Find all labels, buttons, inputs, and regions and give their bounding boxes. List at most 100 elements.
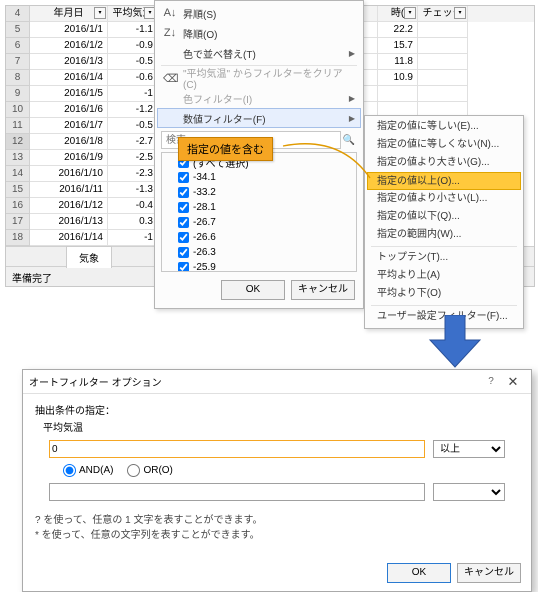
value-item[interactable]: -28.1 [164, 200, 354, 215]
checkbox[interactable] [178, 232, 189, 243]
row-number[interactable]: 18 [6, 230, 30, 246]
row-number[interactable]: 8 [6, 70, 30, 86]
cell[interactable] [418, 70, 468, 86]
cell[interactable]: 2016/1/9 [30, 150, 108, 166]
cancel-button[interactable]: キャンセル [457, 563, 521, 583]
operator-2-select[interactable] [433, 483, 505, 501]
checkbox[interactable] [178, 202, 189, 213]
cell[interactable] [418, 54, 468, 70]
filter-lte[interactable]: 指定の値以下(Q)... [367, 208, 521, 226]
cell[interactable]: 2016/1/14 [30, 230, 108, 246]
row-number[interactable]: 12 [6, 134, 30, 150]
row-number[interactable]: 7 [6, 54, 30, 70]
row-number[interactable]: 15 [6, 182, 30, 198]
row-number[interactable]: 13 [6, 150, 30, 166]
help-button[interactable]: ? [481, 376, 501, 387]
col-header[interactable]: 時(▾ [378, 6, 418, 22]
cell[interactable]: -0.9 [108, 38, 158, 54]
cell[interactable]: 2016/1/10 [30, 166, 108, 182]
cell[interactable]: -1.2 [108, 102, 158, 118]
sort-color[interactable]: 色で並べ替え(T)▶ [157, 43, 361, 63]
cell[interactable]: -1.1 [108, 22, 158, 38]
cell[interactable]: 2016/1/1 [30, 22, 108, 38]
col-header[interactable]: チェック▾ [418, 6, 468, 22]
row-number[interactable]: 9 [6, 86, 30, 102]
cell[interactable]: -1 [108, 86, 158, 102]
filter-below-avg[interactable]: 平均より下(O) [367, 285, 521, 303]
sort-desc[interactable]: Z↓降順(O) [157, 23, 361, 43]
cell[interactable]: 2016/1/13 [30, 214, 108, 230]
cell[interactable]: 2016/1/7 [30, 118, 108, 134]
cell[interactable]: -0.5 [108, 54, 158, 70]
filter-btn[interactable]: ▾ [454, 7, 466, 19]
checkbox[interactable] [178, 247, 189, 258]
col-header[interactable]: 年月日▾ [30, 6, 108, 22]
filter-above-avg[interactable]: 平均より上(A) [367, 267, 521, 285]
cell[interactable]: -0.4 [108, 198, 158, 214]
filter-gte[interactable]: 指定の値以上(O)... [367, 172, 521, 190]
value-item[interactable]: -33.2 [164, 185, 354, 200]
value-item[interactable]: -25.9 [164, 260, 354, 272]
cell[interactable]: 10.9 [378, 70, 418, 86]
row-number[interactable]: 17 [6, 214, 30, 230]
value-2-input[interactable] [49, 483, 425, 501]
row-number[interactable]: 6 [6, 38, 30, 54]
filter-not-equals[interactable]: 指定の値に等しくない(N)... [367, 136, 521, 154]
filter-btn[interactable]: ▾ [94, 7, 106, 19]
ok-button[interactable]: OK [387, 563, 451, 583]
filter-topten[interactable]: トップテン(T)... [367, 249, 521, 267]
cell[interactable] [418, 38, 468, 54]
row-number[interactable]: 5 [6, 22, 30, 38]
cell[interactable] [418, 86, 468, 102]
value-item[interactable]: -26.3 [164, 245, 354, 260]
cell[interactable]: 2016/1/11 [30, 182, 108, 198]
cell[interactable]: 2016/1/6 [30, 102, 108, 118]
cell[interactable]: -0.5 [108, 118, 158, 134]
number-filter[interactable]: 数値フィルター(F)▶ [157, 108, 361, 128]
col-header[interactable]: 平均気温▾ [108, 6, 158, 22]
cell[interactable]: 2016/1/5 [30, 86, 108, 102]
checkbox[interactable] [178, 172, 189, 183]
row-number[interactable]: 11 [6, 118, 30, 134]
cell[interactable]: 2016/1/4 [30, 70, 108, 86]
cell[interactable]: 0.3 [108, 214, 158, 230]
operator-1-select[interactable]: 以上 [433, 440, 505, 458]
value-list[interactable]: (すべて選択)-34.1-33.2-28.1-26.7-26.6-26.3-25… [161, 152, 357, 272]
row-number[interactable]: 16 [6, 198, 30, 214]
cell[interactable]: -1.3 [108, 182, 158, 198]
cancel-button[interactable]: キャンセル [291, 280, 355, 300]
filter-lt[interactable]: 指定の値より小さい(L)... [367, 190, 521, 208]
cell[interactable] [418, 22, 468, 38]
cell[interactable]: 2016/1/2 [30, 38, 108, 54]
value-item[interactable]: -34.1 [164, 170, 354, 185]
filter-btn[interactable]: ▾ [404, 7, 416, 19]
cell[interactable]: 22.2 [378, 22, 418, 38]
cell[interactable]: -2.5 [108, 150, 158, 166]
value-item[interactable]: -26.7 [164, 215, 354, 230]
cell[interactable]: 15.7 [378, 38, 418, 54]
close-button[interactable]: ✕ [501, 374, 525, 390]
row-number[interactable]: 10 [6, 102, 30, 118]
cell[interactable] [378, 86, 418, 102]
cell[interactable]: 2016/1/8 [30, 134, 108, 150]
filter-between[interactable]: 指定の範囲内(W)... [367, 226, 521, 244]
filter-gt[interactable]: 指定の値より大きい(G)... [367, 154, 521, 172]
filter-equals[interactable]: 指定の値に等しい(E)... [367, 118, 521, 136]
value-item[interactable]: -26.6 [164, 230, 354, 245]
cell[interactable]: -1 [108, 230, 158, 246]
cell[interactable]: 2016/1/12 [30, 198, 108, 214]
checkbox[interactable] [178, 217, 189, 228]
row-number[interactable]: 14 [6, 166, 30, 182]
sort-asc[interactable]: A↓昇順(S) [157, 3, 361, 23]
and-radio[interactable]: AND(A) [63, 464, 113, 477]
or-radio[interactable]: OR(O) [127, 464, 172, 477]
cell[interactable]: 11.8 [378, 54, 418, 70]
cell[interactable]: 2016/1/3 [30, 54, 108, 70]
checkbox[interactable] [178, 262, 189, 272]
cell[interactable]: -2.7 [108, 134, 158, 150]
cell[interactable]: -0.6 [108, 70, 158, 86]
tab-sheet[interactable]: 気象 [66, 246, 112, 268]
ok-button[interactable]: OK [221, 280, 285, 300]
checkbox[interactable] [178, 187, 189, 198]
cell[interactable]: -2.3 [108, 166, 158, 182]
